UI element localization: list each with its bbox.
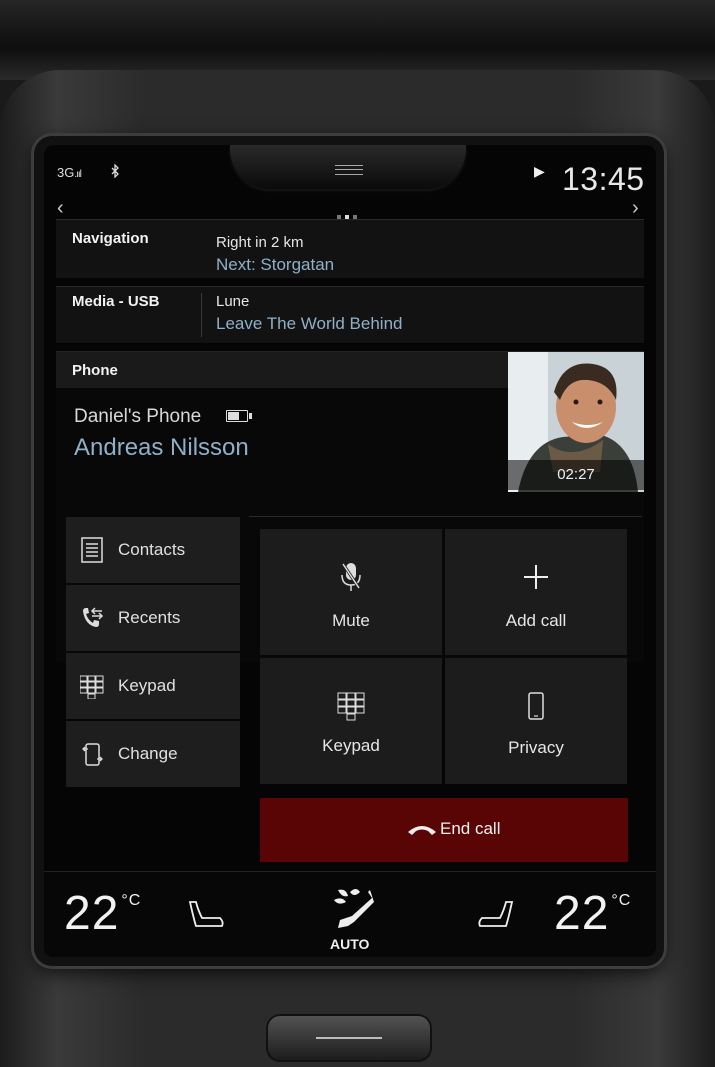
passenger-temperature[interactable]: 22 °C xyxy=(554,886,631,941)
menu-label-change: Change xyxy=(118,744,178,763)
status-bar: 3G.ııl ▶ 13:45 xyxy=(44,145,656,197)
mobile-phone-icon xyxy=(528,692,544,720)
contacts-icon xyxy=(81,537,103,563)
navigation-next-street: Next: Storgatan xyxy=(216,255,335,274)
navigation-tile[interactable]: Navigation Right in 2 km Next: Storgatan xyxy=(56,219,644,278)
menu-lines-icon xyxy=(335,165,363,175)
privacy-button[interactable]: Privacy xyxy=(445,658,627,784)
connected-device-name: Daniel's Phone xyxy=(74,406,202,427)
media-tile[interactable]: Media - USB Lune Leave The World Behind xyxy=(56,286,644,343)
add-call-button[interactable]: Add call xyxy=(445,529,627,655)
privacy-label: Privacy xyxy=(508,738,564,757)
battery-icon xyxy=(226,410,252,422)
fan-icon[interactable] xyxy=(328,886,378,932)
plus-icon xyxy=(524,565,548,589)
menu-label-recents: Recents xyxy=(118,608,181,627)
media-artist: Lune xyxy=(216,293,250,310)
phone-menu: Contacts Recents Keypad Change xyxy=(66,517,240,789)
microphone-muted-icon xyxy=(341,563,361,591)
caller-photo: 02:27 xyxy=(508,352,644,492)
end-call-button[interactable]: End call xyxy=(260,798,628,862)
temperature-unit: °C xyxy=(611,892,632,909)
passenger-seat-heat-icon[interactable] xyxy=(476,896,516,936)
driver-seat-heat-icon[interactable] xyxy=(186,896,226,936)
menu-item-change[interactable]: Change xyxy=(66,721,240,787)
keypad-button[interactable]: Keypad xyxy=(260,658,442,784)
mute-label: Mute xyxy=(332,611,370,630)
next-page-arrow[interactable]: › xyxy=(632,197,639,220)
navigation-label: Navigation xyxy=(72,230,149,247)
menu-label-contacts: Contacts xyxy=(118,540,186,559)
previous-page-arrow[interactable]: ‹ xyxy=(57,197,64,220)
call-duration: 02:27 xyxy=(508,460,644,490)
signal-indicator: 3G.ııl xyxy=(57,165,82,180)
infotainment-screen: 3G.ııl ▶ 13:45 ‹ › Navigation Right in 2… xyxy=(44,145,656,957)
change-phone-icon xyxy=(82,743,103,766)
recents-icon xyxy=(83,607,104,627)
end-call-label: End call xyxy=(440,819,501,838)
temperature-unit: °C xyxy=(121,892,142,909)
menu-label-keypad: Keypad xyxy=(118,676,176,695)
divider xyxy=(201,293,202,337)
navigation-instruction: Right in 2 km xyxy=(216,234,304,251)
driver-temperature-value: 22 xyxy=(64,887,120,940)
bluetooth-icon xyxy=(111,164,119,178)
media-track: Leave The World Behind xyxy=(216,314,403,333)
caller-name: Andreas Nilsson xyxy=(74,434,249,461)
keypad-icon xyxy=(337,692,365,721)
passenger-temperature-value: 22 xyxy=(554,887,610,940)
mute-button[interactable]: Mute xyxy=(260,529,442,655)
phone-label: Phone xyxy=(72,362,118,379)
driver-temperature[interactable]: 22 °C xyxy=(64,886,141,941)
divider xyxy=(249,516,642,517)
home-button[interactable] xyxy=(266,1014,432,1062)
keypad-icon xyxy=(80,675,104,699)
climate-bar: 22 °C AUTO 22 °C xyxy=(44,871,656,957)
dashboard-top xyxy=(0,0,715,80)
keypad-label: Keypad xyxy=(322,736,380,755)
fan-mode-label: AUTO xyxy=(330,936,370,952)
play-icon: ▶ xyxy=(534,163,545,179)
media-label: Media - USB xyxy=(72,293,160,310)
hang-up-icon xyxy=(408,826,436,835)
menu-item-contacts[interactable]: Contacts xyxy=(66,517,240,583)
menu-item-recents[interactable]: Recents xyxy=(66,585,240,651)
menu-item-keypad[interactable]: Keypad xyxy=(66,653,240,719)
add-call-label: Add call xyxy=(505,611,567,630)
home-button-bar xyxy=(316,1037,382,1039)
top-pull-down-handle[interactable] xyxy=(230,145,466,189)
clock: 13:45 xyxy=(562,161,645,197)
